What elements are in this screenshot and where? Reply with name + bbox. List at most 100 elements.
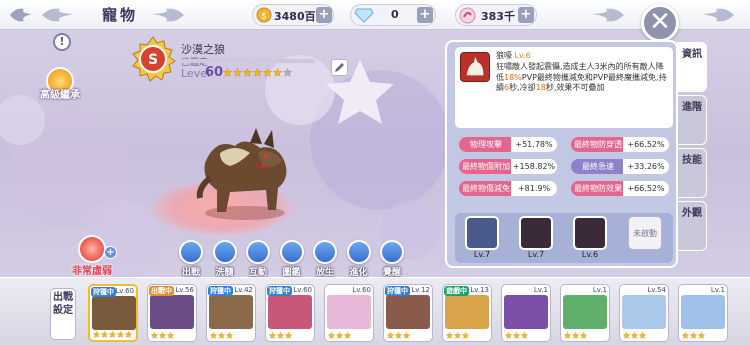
pet-card[interactable]: Lv.1 (501, 284, 551, 342)
wing-decoration-icon (152, 8, 184, 22)
equip-slot-empty[interactable]: 未啟動 (628, 216, 662, 250)
edit-name-button[interactable] (331, 59, 348, 76)
tab-3[interactable]: 外觀 (677, 201, 707, 251)
star-filled-icon (682, 332, 689, 339)
equip-level: Lv.6 (581, 250, 599, 259)
star-filled-icon (395, 332, 402, 339)
pet-card[interactable]: Lv.1 (678, 284, 728, 342)
wolf-pet-model[interactable] (190, 118, 300, 223)
pet-card[interactable]: Lv.54 (619, 284, 669, 342)
pet-card-stars (269, 332, 292, 339)
pet-status-tag: 狩獵中 (385, 286, 410, 296)
add-diamond-button[interactable]: + (417, 7, 433, 23)
action-button[interactable]: 覺醒 (378, 240, 406, 278)
stat-value: +51.78% (511, 137, 557, 152)
star-filled-icon (117, 331, 124, 338)
pet-portrait (268, 295, 312, 329)
action-button[interactable]: 圖鑑 (278, 240, 306, 278)
stat-value: +33.26% (623, 159, 669, 174)
star-filled-icon (698, 332, 705, 339)
pet-card-stars (564, 332, 587, 339)
star-filled-icon (253, 68, 262, 77)
pet-status-tag: 狩獵中 (91, 287, 116, 297)
armor-icon[interactable] (465, 216, 499, 250)
sword-icon (179, 240, 203, 264)
status-add-button[interactable]: + (104, 246, 117, 259)
add-gold-button[interactable]: + (316, 7, 332, 23)
tab-0[interactable]: 資訊 (677, 42, 707, 92)
star-filled-icon (125, 331, 132, 338)
pet-status-tag: 狩獵中 (267, 286, 292, 296)
star-filled-icon (564, 332, 571, 339)
skill-desc-highlight: 18 (535, 83, 546, 92)
rank-letter: S (148, 52, 158, 68)
wing-decoration-icon (702, 8, 734, 22)
star-filled-icon (233, 68, 242, 77)
flame-icon[interactable] (573, 216, 607, 250)
star-filled-icon (328, 332, 335, 339)
stat-name: 最終急速 (571, 159, 625, 174)
battle-setup-button[interactable]: 出戰設定 (50, 288, 76, 340)
pet-card[interactable]: Lv.60 狩獵中 (265, 284, 315, 342)
pet-portrait (150, 295, 194, 329)
action-button[interactable]: 出戰 (177, 240, 205, 278)
pet-card-level: Lv.60 (293, 286, 312, 294)
equip-level: Lv.7 (473, 250, 491, 259)
skill-desc-highlight: 18% (504, 72, 522, 82)
diamond-counter: 0 + (350, 4, 436, 26)
gold-counter: $ 3480百萬 + (252, 4, 334, 26)
pet-card[interactable]: Lv.42 狩獵中 (206, 284, 256, 342)
star-filled-icon (285, 332, 292, 339)
pet-portrait (386, 295, 430, 329)
pet-portrait (563, 295, 607, 329)
pet-card-level: Lv.12 (411, 286, 430, 294)
star-filled-icon (151, 332, 158, 339)
stat-row: 最終物防穿透 +66.52% (571, 137, 669, 152)
action-button[interactable]: 進化 (345, 240, 373, 278)
stat-name: 最終物防效果 (571, 181, 625, 196)
star-filled-icon (454, 332, 461, 339)
pet-card-level: Lv.13 (470, 286, 489, 294)
pet-portrait (504, 295, 548, 329)
pet-card[interactable]: Lv.13 遊戲中 (442, 284, 492, 342)
stat-name: 最終物傷附加 (459, 159, 513, 174)
stat-value: +66.52% (623, 181, 669, 196)
pet-card[interactable]: Lv.12 狩獵中 (383, 284, 433, 342)
info-button[interactable]: ! (53, 33, 71, 51)
arrow-up-icon (346, 240, 371, 264)
page-title: 寵物 (102, 6, 139, 24)
pet-card[interactable]: Lv.56 出戰中 (147, 284, 197, 342)
add-energy-button[interactable]: + (518, 7, 534, 23)
pet-card-stars (93, 331, 132, 338)
star-filled-icon (344, 332, 351, 339)
eye-icon (380, 240, 404, 264)
action-button[interactable]: 放生 (311, 240, 339, 278)
pencil-icon (335, 63, 344, 72)
pet-stars (223, 68, 292, 77)
wolf-howl-skill-icon[interactable] (460, 52, 490, 82)
tab-1[interactable]: 進階 (677, 95, 707, 145)
pet-card[interactable]: Lv.60 (324, 284, 374, 342)
skill-title: 狼嚎 Lv.6 (496, 50, 531, 61)
flame-up-icon[interactable] (519, 216, 553, 250)
stat-value: +66.52% (623, 137, 669, 152)
pet-portrait (327, 295, 371, 329)
star-filled-icon (223, 68, 232, 77)
bubble-icon (212, 240, 237, 264)
status-condition-icon[interactable] (78, 235, 106, 263)
diamond-value: 0 (391, 8, 399, 21)
back-wing-icon[interactable] (8, 5, 34, 25)
skill-level: Lv.6 (514, 51, 531, 60)
pet-info-panel: 狼嚎 Lv.6 狂嘯敵人發起震懾,造成主人3米內的所有敵人降低18%PVP最終物… (445, 40, 678, 268)
action-button[interactable]: 互動 (244, 240, 272, 278)
status-label: 非常虛弱 (72, 266, 112, 277)
pet-card-level: Lv.60 (115, 287, 134, 295)
tab-2[interactable]: 技能 (677, 148, 707, 198)
pet-card[interactable]: Lv.60 狩獵中 (88, 284, 138, 342)
action-button[interactable]: 洗髓 (211, 240, 239, 278)
close-button[interactable]: ✕ (641, 4, 679, 42)
pet-card-level: Lv.54 (647, 286, 666, 294)
pet-card-stars (387, 332, 410, 339)
pet-card[interactable]: Lv.1 (560, 284, 610, 342)
energy-counter: 383千 + (455, 4, 537, 26)
